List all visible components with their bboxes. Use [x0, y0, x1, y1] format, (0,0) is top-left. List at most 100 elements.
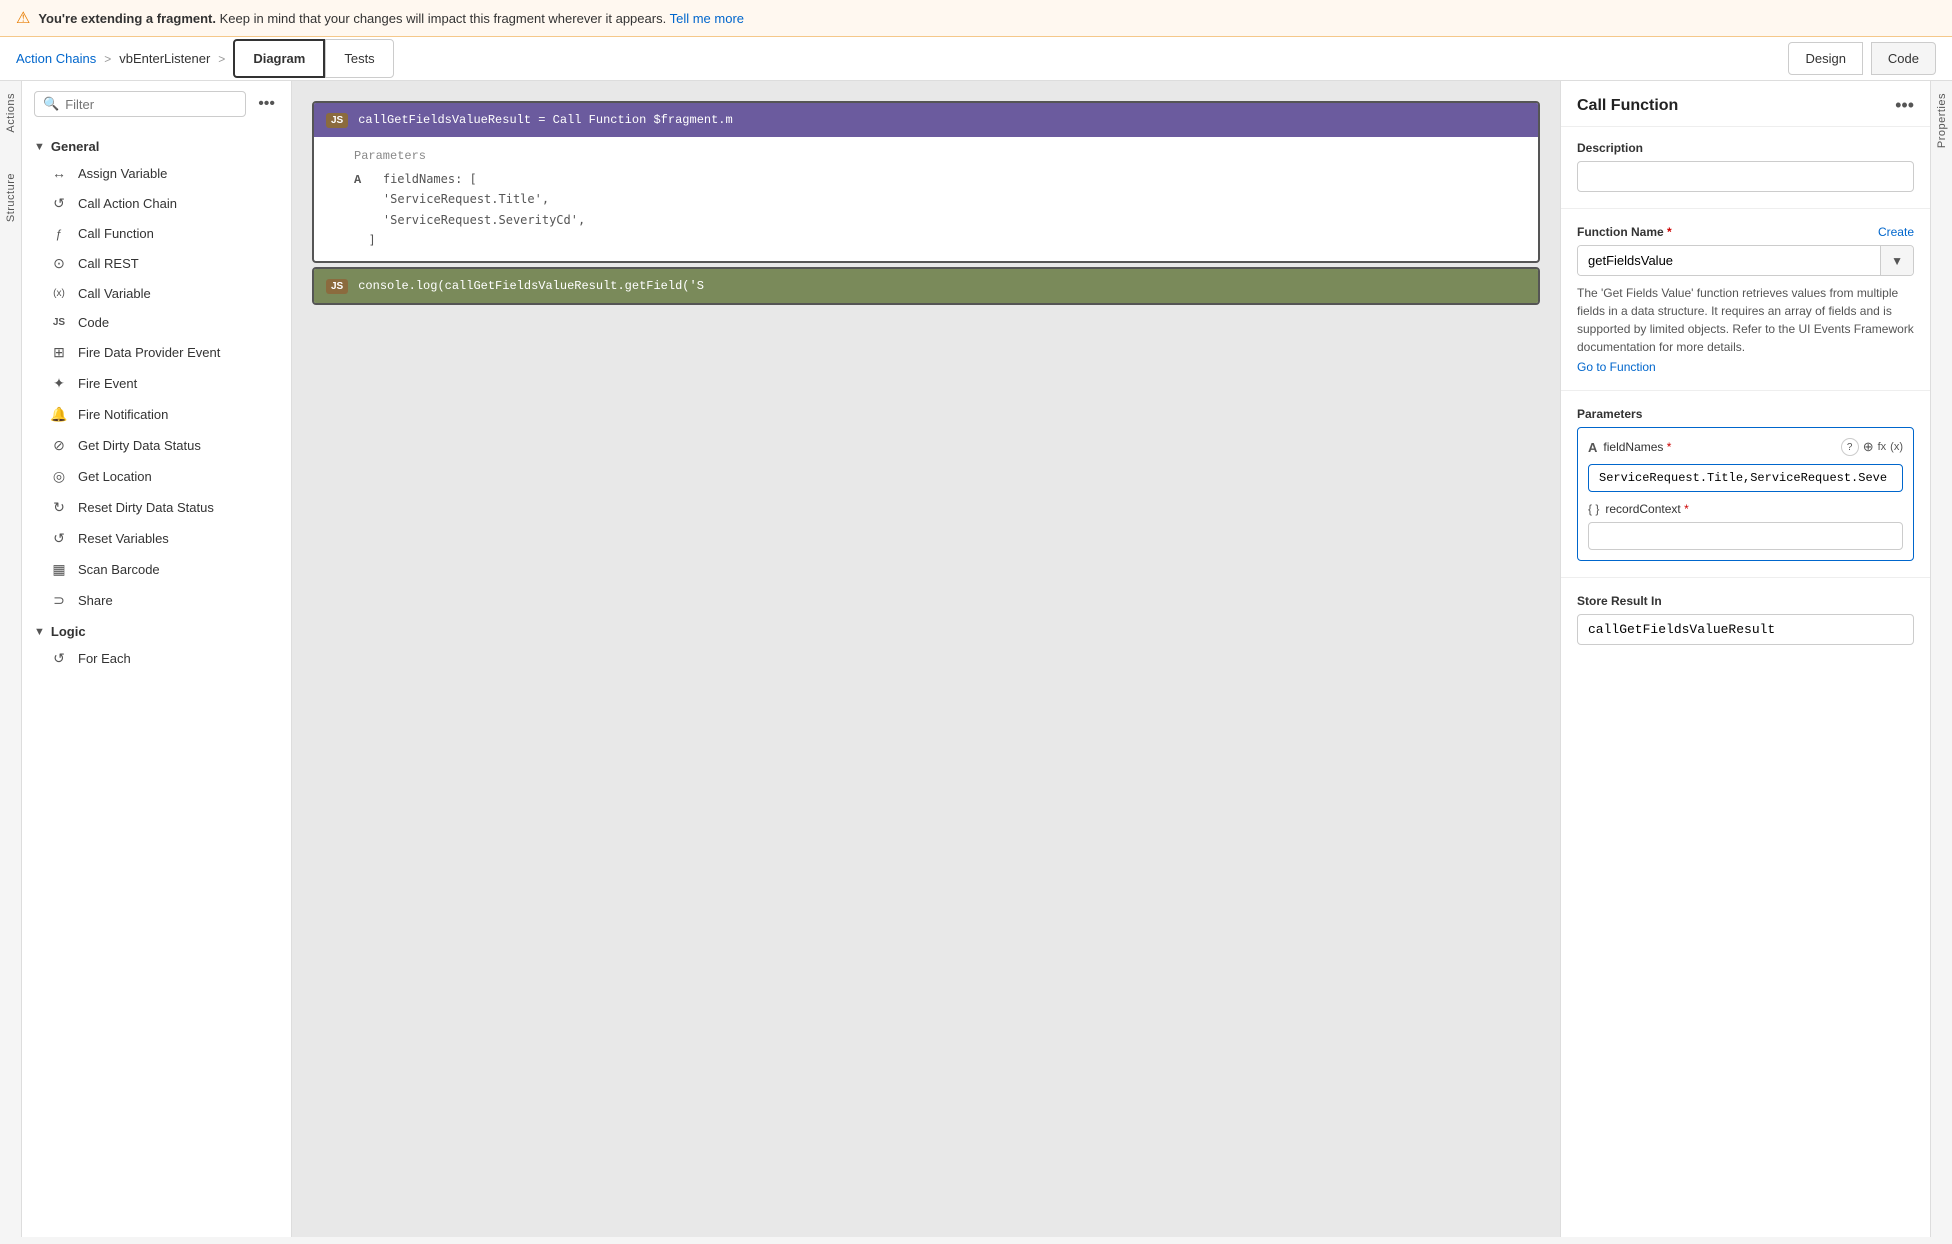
sidebar-vert-labels: Actions Structure	[0, 81, 22, 1237]
code-button[interactable]: Code	[1871, 42, 1936, 75]
canvas-content: JS callGetFieldsValueResult = Call Funct…	[292, 81, 1560, 1237]
action-item-assign-variable[interactable]: ↔ Assign Variable	[22, 158, 291, 188]
store-result-input[interactable]	[1577, 614, 1914, 645]
function-name-input[interactable]	[1578, 246, 1880, 275]
tab-tests[interactable]: Tests	[325, 39, 393, 78]
action-item-call-variable[interactable]: (x) Call Variable	[22, 279, 291, 308]
action-label: Call REST	[78, 256, 139, 271]
action-item-call-rest[interactable]: ⊙ Call REST	[22, 248, 291, 279]
banner-text: You're extending a fragment. Keep in min…	[38, 11, 744, 26]
right-panel-header: Call Function •••	[1561, 81, 1930, 127]
action-item-call-function[interactable]: ƒ Call Function	[22, 219, 291, 248]
parameters-section: Parameters A fieldNames * ? ⊕ fx (x)	[1561, 393, 1930, 575]
required-star: *	[1667, 225, 1672, 239]
parameters-label: Parameters	[1577, 407, 1914, 421]
panel-more-button[interactable]: •••	[1895, 95, 1914, 116]
action-label: Fire Event	[78, 376, 137, 391]
design-button[interactable]: Design	[1788, 42, 1862, 75]
breadcrumb-sep2: >	[218, 52, 225, 66]
action-item-fire-event[interactable]: ✦ Fire Event	[22, 368, 291, 399]
left-panel: 🔍 ••• ▼ General ↔ Assign Variable ↺ Call…	[22, 81, 292, 1237]
action-label: Call Variable	[78, 286, 151, 301]
create-link[interactable]: Create	[1878, 225, 1914, 239]
reset-dirty-icon: ↻	[50, 499, 68, 516]
code-block-1[interactable]: JS callGetFieldsValueResult = Call Funct…	[312, 101, 1540, 263]
params-box: A fieldNames * ? ⊕ fx (x) { }	[1577, 427, 1914, 561]
get-dirty-icon: ⊘	[50, 437, 68, 454]
action-item-get-dirty[interactable]: ⊘ Get Dirty Data Status	[22, 430, 291, 461]
action-item-code[interactable]: JS Code	[22, 308, 291, 337]
right-panel: Call Function ••• Description Function N…	[1560, 81, 1930, 1237]
get-location-icon: ◎	[50, 468, 68, 485]
breadcrumb: Action Chains > vbEnterListener > Diagra…	[16, 39, 1772, 78]
action-label: Fire Notification	[78, 407, 168, 422]
call-action-chain-icon: ↺	[50, 195, 68, 212]
header-nav: Action Chains > vbEnterListener > Diagra…	[0, 37, 1952, 81]
action-item-for-each[interactable]: ↺ For Each	[22, 643, 291, 674]
go-to-function-link[interactable]: Go to Function	[1577, 360, 1914, 374]
action-label: Reset Variables	[78, 531, 169, 546]
breadcrumb-action-chains[interactable]: Action Chains	[16, 51, 96, 66]
fire-data-provider-icon: ⊞	[50, 344, 68, 361]
chevron-down-icon-logic: ▼	[34, 626, 45, 638]
logic-section-header[interactable]: ▼ Logic	[22, 616, 291, 643]
description-section: Description	[1561, 127, 1930, 206]
fire-event-icon: ✦	[50, 375, 68, 392]
action-label: Share	[78, 593, 113, 608]
left-panel-header: 🔍 •••	[22, 81, 291, 127]
breadcrumb-sep1: >	[104, 52, 111, 66]
action-item-call-action-chain[interactable]: ↺ Call Action Chain	[22, 188, 291, 219]
store-result-section: Store Result In	[1561, 580, 1930, 659]
more-options-button[interactable]: •••	[254, 93, 279, 115]
action-label: Call Action Chain	[78, 196, 177, 211]
breadcrumb-vb-enter: vbEnterListener	[119, 51, 210, 66]
general-section-header[interactable]: ▼ General	[22, 131, 291, 158]
action-item-share[interactable]: ⊃ Share	[22, 585, 291, 616]
action-label: Get Dirty Data Status	[78, 438, 201, 453]
fieldnames-type-icon: A	[1588, 440, 1597, 455]
code-block-1-header: JS callGetFieldsValueResult = Call Funct…	[314, 103, 1538, 137]
select-arrow-button[interactable]: ▼	[1880, 246, 1913, 275]
action-label: Fire Data Provider Event	[78, 345, 220, 360]
tab-diagram[interactable]: Diagram	[233, 39, 325, 78]
param-a-icon: A	[354, 173, 361, 187]
action-item-fire-notification[interactable]: 🔔 Fire Notification	[22, 399, 291, 430]
code-params-1: Parameters A fieldNames: [ 'ServiceReque…	[314, 137, 1538, 261]
search-input[interactable]	[65, 97, 237, 112]
fx-button[interactable]: fx	[1878, 441, 1887, 453]
js-badge-1: JS	[326, 113, 348, 128]
logic-label: Logic	[51, 624, 86, 639]
action-label: Reset Dirty Data Status	[78, 500, 214, 515]
globe-button[interactable]: ⊕	[1863, 439, 1874, 455]
help-button[interactable]: ?	[1841, 438, 1859, 456]
search-box[interactable]: 🔍	[34, 91, 246, 117]
js-badge-2: JS	[326, 279, 348, 294]
code-block-2[interactable]: JS console.log(callGetFieldsValueResult.…	[312, 267, 1540, 305]
action-label: Assign Variable	[78, 166, 167, 181]
recordcontext-input[interactable]	[1588, 522, 1903, 550]
action-item-scan-barcode[interactable]: ▦ Scan Barcode	[22, 554, 291, 585]
action-item-reset-dirty[interactable]: ↻ Reset Dirty Data Status	[22, 492, 291, 523]
action-label: Get Location	[78, 469, 152, 484]
main-layout: Actions Structure 🔍 ••• ▼ General ↔ Assi…	[0, 81, 1952, 1237]
param-icons: ? ⊕ fx (x)	[1841, 438, 1903, 456]
warning-banner: ⚠ You're extending a fragment. Keep in m…	[0, 0, 1952, 37]
recordcontext-label: recordContext *	[1605, 502, 1688, 516]
fieldnames-input[interactable]	[1588, 464, 1903, 492]
warning-icon: ⚠	[16, 8, 30, 28]
description-input[interactable]	[1577, 161, 1914, 192]
action-label: Scan Barcode	[78, 562, 160, 577]
action-item-fire-data-provider[interactable]: ⊞ Fire Data Provider Event	[22, 337, 291, 368]
scan-barcode-icon: ▦	[50, 561, 68, 578]
tell-me-more-link[interactable]: Tell me more	[670, 11, 744, 26]
action-label: For Each	[78, 651, 131, 666]
code-icon: JS	[50, 317, 68, 328]
panel-title: Call Function	[1577, 97, 1678, 115]
reset-variables-icon: ↺	[50, 530, 68, 547]
store-result-label: Store Result In	[1577, 594, 1914, 608]
action-label: Code	[78, 315, 109, 330]
code-line-2: console.log(callGetFieldsValueResult.get…	[358, 277, 704, 295]
x-button[interactable]: (x)	[1890, 441, 1903, 453]
action-item-reset-variables[interactable]: ↺ Reset Variables	[22, 523, 291, 554]
action-item-get-location[interactable]: ◎ Get Location	[22, 461, 291, 492]
